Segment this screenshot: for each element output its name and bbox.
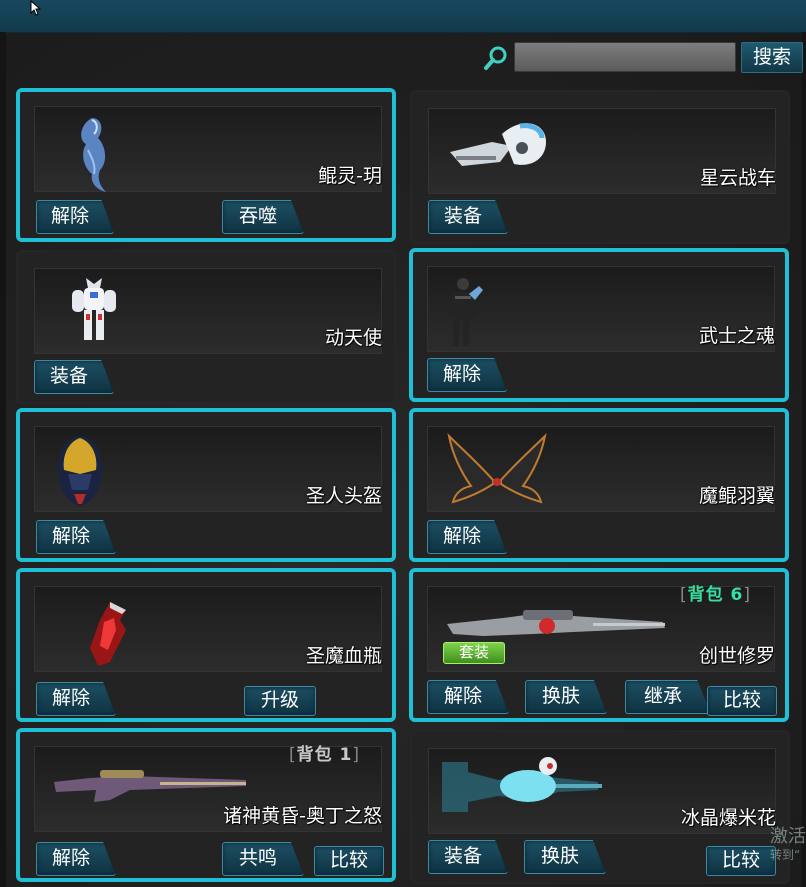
blood-vial-icon	[90, 602, 126, 666]
item-card-kunling-yue[interactable]: 鲲灵-玥 解除 吞噬	[16, 88, 396, 242]
item-name: 鲲灵-玥	[318, 165, 382, 187]
bracket-right: ]	[352, 745, 361, 765]
unequip-button[interactable]: 解除	[36, 682, 116, 716]
search-icon[interactable]	[483, 44, 509, 72]
equip-button[interactable]: 装备	[428, 840, 508, 874]
reskin-button[interactable]: 换肤	[525, 680, 607, 714]
item-name: 诸神黄昏-奥丁之怒	[223, 805, 382, 827]
search-button[interactable]: 搜索	[741, 42, 803, 73]
bracket-right: ]	[743, 585, 752, 605]
devour-button[interactable]: 吞噬	[222, 200, 304, 234]
unequip-button[interactable]: 解除	[427, 680, 509, 714]
sniper-rifle-icon	[54, 770, 246, 802]
search-input[interactable]	[514, 42, 736, 72]
activation-watermark-line2: 转到“	[770, 848, 801, 862]
item-name: 武士之魂	[698, 325, 775, 347]
unequip-button[interactable]: 解除	[427, 358, 507, 392]
angel-mech-icon	[72, 278, 116, 340]
frame-right-edge	[802, 32, 806, 887]
window-title-bar	[0, 0, 806, 33]
compare-button[interactable]: 比较	[707, 686, 777, 716]
item-card-chuangshi-xiuluo[interactable]: [背包 6] 套装 创世修罗 解除 换肤 继承 比较	[409, 568, 789, 722]
item-name: 冰晶爆米花	[680, 807, 776, 829]
compare-button[interactable]: 比较	[314, 846, 384, 876]
item-card-shengmo-xueping[interactable]: 圣魔血瓶 解除 升级	[16, 568, 396, 722]
samurai-soul-icon	[447, 278, 483, 346]
equip-button[interactable]: 装备	[428, 200, 508, 234]
item-name: 星云战车	[699, 167, 776, 189]
item-name: 圣人头盔	[305, 485, 382, 507]
unequip-button[interactable]: 解除	[36, 200, 114, 234]
unequip-button[interactable]: 解除	[36, 520, 116, 554]
unequip-button[interactable]: 解除	[427, 520, 507, 554]
activation-watermark-line1: 激活	[770, 826, 806, 847]
bag-slot-tag: [背包 1]	[289, 745, 361, 765]
bracket-left: [	[289, 745, 297, 765]
ice-popcorn-gun-icon	[442, 757, 602, 812]
item-card-dong-tianshi[interactable]: 动天使 装备	[16, 250, 396, 404]
compare-button[interactable]: 比较	[706, 846, 776, 876]
item-card-bingjing-baomihua[interactable]: 冰晶爆米花 装备 换肤 比较	[410, 730, 790, 884]
unequip-button[interactable]: 解除	[36, 842, 116, 876]
item-name: 动天使	[324, 327, 382, 349]
item-card-xingyun-zhanche[interactable]: 星云战车 装备	[410, 90, 790, 244]
demon-wings-icon	[447, 432, 547, 504]
inherit-button[interactable]: 继承	[625, 680, 711, 714]
item-name: 圣魔血瓶	[305, 645, 382, 667]
item-card-mokun-yuyi[interactable]: 魔鲲羽翼 解除	[409, 408, 789, 562]
equip-button[interactable]: 装备	[34, 360, 114, 394]
nebula-chariot-icon	[450, 123, 546, 166]
resonance-button[interactable]: 共鸣	[222, 842, 304, 876]
bag-slot-tag: [背包 6]	[680, 585, 752, 605]
bracket-left: [	[680, 585, 688, 605]
item-card-shengren-toukui[interactable]: 圣人头盔 解除	[16, 408, 396, 562]
mermaid-pet-icon	[81, 118, 106, 192]
reskin-button[interactable]: 换肤	[524, 840, 606, 874]
set-badge: 套装	[443, 642, 505, 664]
holy-helmet-icon	[57, 436, 103, 506]
upgrade-button[interactable]: 升级	[244, 686, 316, 716]
mouse-cursor-icon	[30, 0, 42, 16]
item-name: 创世修罗	[698, 645, 775, 667]
item-card-zhushen-huanghun[interactable]: [背包 1] 诸神黄昏-奥丁之怒 解除 共鸣 比较	[16, 728, 396, 882]
item-card-wushi-zhihun[interactable]: 武士之魂 解除	[409, 248, 789, 402]
item-name: 魔鲲羽翼	[698, 485, 775, 507]
